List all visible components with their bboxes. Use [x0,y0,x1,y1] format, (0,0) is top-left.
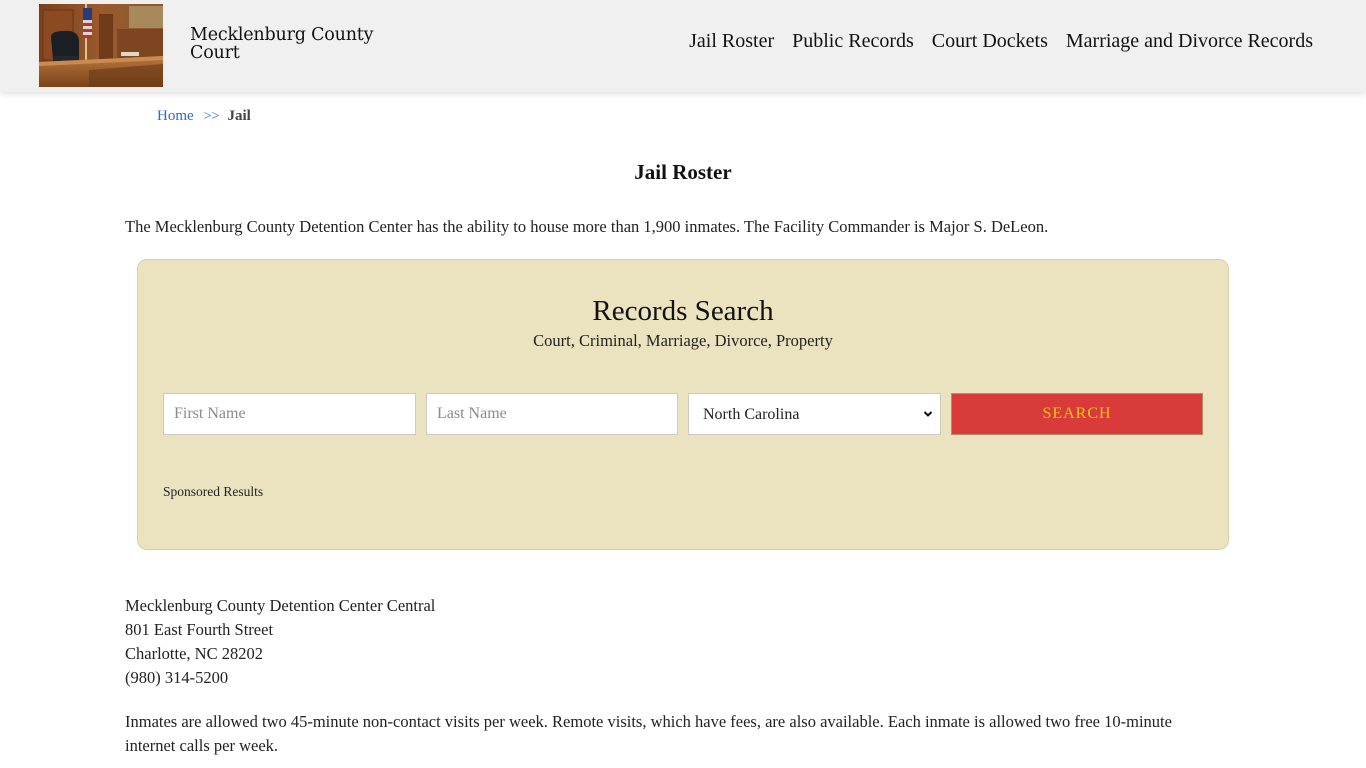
site-title-line1: Mecklenburg County [190,25,374,45]
courtroom-image-icon [39,4,163,87]
search-button[interactable]: SEARCH [951,393,1203,435]
state-select[interactable]: North Carolina [688,393,941,435]
breadcrumb-current: Jail [227,108,251,124]
nav-public-records[interactable]: Public Records [792,30,914,52]
visits-paragraph: Inmates are allowed two 45-minute non-co… [125,712,1172,755]
site-title-line2: Court [190,43,240,63]
records-search-subtitle: Court, Criminal, Marriage, Divorce, Prop… [533,331,833,350]
nav-marriage-divorce-records[interactable]: Marriage and Divorce Records [1066,30,1313,52]
records-search-title: Records Search [592,295,774,327]
breadcrumb: Home >> Jail [157,108,251,125]
nav-court-dockets[interactable]: Court Dockets [932,30,1048,52]
first-name-input[interactable] [163,393,416,435]
breadcrumb-home[interactable]: Home [157,108,194,124]
facility-city-state-zip: Charlotte, NC 28202 [125,644,263,663]
facility-street: 801 East Fourth Street [125,620,274,639]
page-title: Jail Roster [634,160,732,184]
intro-paragraph: The Mecklenburg County Detention Center … [125,217,1049,236]
site-header: Mecklenburg County Court Jail Roster Pub… [0,0,1366,92]
facility-phone: (980) 314-5200 [125,668,229,687]
site-logo[interactable] [39,4,163,87]
nav-jail-roster[interactable]: Jail Roster [689,30,774,52]
last-name-input[interactable] [426,393,678,435]
site-title[interactable]: Mecklenburg County Court [190,26,373,62]
records-search-panel: Records Search Court, Criminal, Marriage… [137,259,1229,550]
facility-name: Mecklenburg County Detention Center Cent… [125,596,436,615]
facility-address: Mecklenburg County Detention Center Cent… [125,594,435,690]
breadcrumb-separator: >> [203,109,220,124]
main-nav: Jail Roster Public Records Court Dockets… [671,30,1313,52]
sponsored-results-label: Sponsored Results [163,484,264,499]
